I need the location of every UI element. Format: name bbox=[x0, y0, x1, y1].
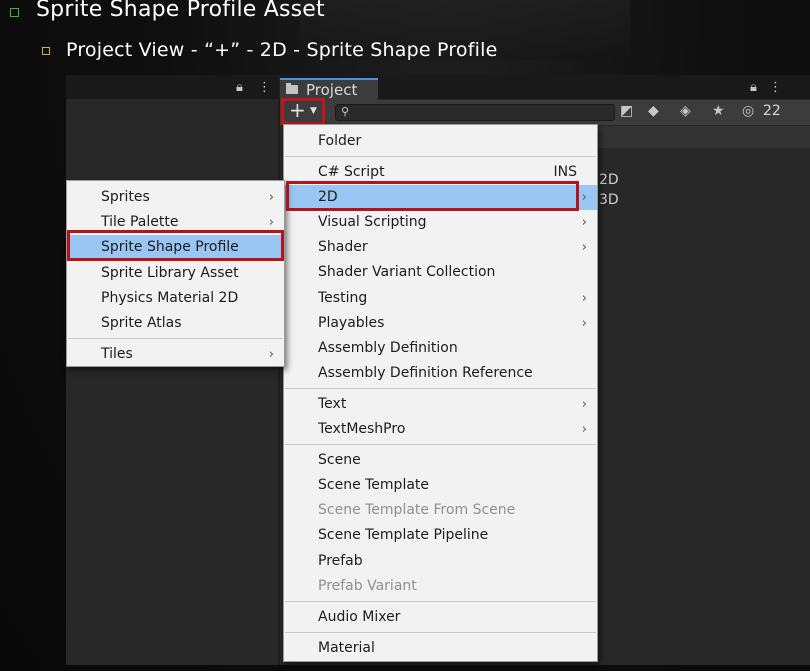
menu-item-label: Sprite Library Asset bbox=[101, 265, 239, 281]
chevron-right-icon: › bbox=[581, 316, 587, 331]
scene-visibility-icon[interactable]: ◩ bbox=[620, 103, 633, 119]
menu-separator bbox=[285, 388, 596, 389]
chevron-down-icon: ▼ bbox=[310, 106, 317, 116]
menu-item-audio-mixer[interactable]: Audio Mixer bbox=[284, 605, 597, 630]
chevron-right-icon: › bbox=[581, 291, 587, 306]
menu-item-label: Audio Mixer bbox=[318, 609, 401, 625]
menu-item-label: Material bbox=[318, 640, 375, 656]
menu-item-text[interactable]: Text › bbox=[284, 392, 597, 417]
menu-separator bbox=[285, 601, 596, 602]
menu-item-material[interactable]: Material bbox=[284, 636, 597, 661]
menu-item-shader[interactable]: Shader › bbox=[284, 235, 597, 260]
menu-item-scene-template-pipeline[interactable]: Scene Template Pipeline bbox=[284, 523, 597, 548]
menu-item-label: Shader Variant Collection bbox=[318, 264, 496, 280]
chevron-right-icon: › bbox=[581, 215, 587, 230]
chevron-right-icon: › bbox=[581, 422, 587, 437]
menu-item-prefab[interactable]: Prefab bbox=[284, 549, 597, 574]
lock-icon[interactable]: 🔒︎ bbox=[236, 81, 243, 94]
slide-subtitle: Project View - “+” - 2D - Sprite Shape P… bbox=[66, 39, 498, 61]
menu-item-label: Physics Material 2D bbox=[101, 290, 239, 306]
menu-item-label: Text bbox=[318, 396, 347, 412]
filter-by-type-icon[interactable]: ◆ bbox=[648, 103, 659, 119]
highlight-box-sprite-shape-profile bbox=[67, 230, 284, 261]
chevron-right-icon: › bbox=[581, 190, 587, 205]
menu-item-scene-template[interactable]: Scene Template bbox=[284, 473, 597, 498]
menu-item-label: Assembly Definition bbox=[318, 340, 458, 356]
menu-separator bbox=[285, 632, 596, 633]
left-panel-header bbox=[66, 75, 278, 99]
submenu-item-physics-material-2d[interactable]: Physics Material 2D bbox=[67, 286, 284, 311]
chevron-right-icon: › bbox=[268, 190, 274, 205]
tab-project-label: Project bbox=[306, 81, 358, 99]
tab-project[interactable]: Project bbox=[280, 78, 378, 100]
more-options-icon[interactable]: ⋮ bbox=[258, 81, 271, 94]
folder-icon bbox=[286, 83, 298, 94]
menu-item-folder[interactable]: Folder bbox=[284, 129, 597, 154]
menu-item-playables[interactable]: Playables › bbox=[284, 311, 597, 336]
menu-item-textmeshpro[interactable]: TextMeshPro › bbox=[284, 417, 597, 442]
menu-item-assembly-definition[interactable]: Assembly Definition bbox=[284, 336, 597, 361]
menu-item-label: Playables bbox=[318, 315, 385, 331]
search-input[interactable]: ⚲ bbox=[335, 104, 615, 121]
hidden-eye-icon[interactable]: ◎ bbox=[742, 103, 754, 119]
assets-breadcrumb-bar bbox=[598, 126, 810, 148]
asset-2d[interactable]: 2D bbox=[599, 172, 619, 188]
search-icon: ⚲ bbox=[341, 105, 350, 118]
menu-item-label: Shader bbox=[318, 239, 368, 255]
chevron-right-icon: › bbox=[581, 397, 587, 412]
menu-item-label: Tile Palette bbox=[101, 214, 179, 230]
hidden-count: 22 bbox=[763, 103, 781, 119]
menu-item-label: Testing bbox=[318, 290, 368, 306]
menu-item-label: C# Script bbox=[318, 164, 385, 180]
menu-item-label: Sprites bbox=[101, 189, 150, 205]
menu-item-label: Sprite Atlas bbox=[101, 315, 182, 331]
menu-item-scene[interactable]: Scene bbox=[284, 448, 597, 473]
menu-item-shader-variant-collection[interactable]: Shader Variant Collection bbox=[284, 260, 597, 285]
menu-item-label: Prefab Variant bbox=[318, 578, 417, 594]
menu-item-scene-template-from-scene: Scene Template From Scene bbox=[284, 498, 597, 523]
chevron-right-icon: › bbox=[581, 240, 587, 255]
create-plus-button[interactable]: + ▼ bbox=[281, 98, 325, 125]
label-icon[interactable]: ◈ bbox=[680, 103, 691, 119]
menu-item-prefab-variant: Prefab Variant bbox=[284, 574, 597, 599]
menu-item-assembly-definition-reference[interactable]: Assembly Definition Reference bbox=[284, 361, 597, 386]
submenu-item-sprite-atlas[interactable]: Sprite Atlas bbox=[67, 311, 284, 336]
menu-item-label: Scene Template Pipeline bbox=[318, 527, 489, 543]
menu-separator bbox=[285, 156, 596, 157]
menu-separator bbox=[285, 444, 596, 445]
menu-item-label: Folder bbox=[318, 133, 362, 149]
plus-icon: + bbox=[289, 98, 306, 122]
menu-item-label: Assembly Definition Reference bbox=[318, 365, 533, 381]
submenu-2d: Sprites › Tile Palette › Sprite Shape Prof… bbox=[66, 180, 285, 367]
subtitle-bullet-icon bbox=[42, 47, 50, 55]
menu-item-testing[interactable]: Testing › bbox=[284, 286, 597, 311]
menu-item-label: Tiles bbox=[101, 346, 133, 362]
chevron-right-icon: › bbox=[268, 347, 274, 362]
submenu-item-tiles[interactable]: Tiles › bbox=[67, 342, 284, 367]
menu-separator bbox=[68, 338, 283, 339]
favorite-star-icon[interactable]: ★ bbox=[712, 103, 725, 119]
menu-item-label: Prefab bbox=[318, 553, 363, 569]
menu-item-label: Visual Scripting bbox=[318, 214, 427, 230]
menu-item-label: TextMeshPro bbox=[318, 421, 406, 437]
project-lock-icon[interactable]: 🔒︎ bbox=[750, 81, 757, 94]
asset-3d[interactable]: 3D bbox=[599, 192, 619, 208]
menu-item-label: Scene bbox=[318, 452, 361, 468]
highlight-box-2d bbox=[286, 181, 579, 211]
menu-item-label: Scene Template bbox=[318, 477, 430, 493]
submenu-item-sprite-library-asset[interactable]: Sprite Library Asset bbox=[67, 261, 284, 286]
menu-item-visual-scripting[interactable]: Visual Scripting › bbox=[284, 210, 597, 235]
left-panel bbox=[66, 75, 278, 665]
project-more-options-icon[interactable]: ⋮ bbox=[769, 81, 782, 94]
submenu-item-sprites[interactable]: Sprites › bbox=[67, 185, 284, 210]
slide-title: Sprite Shape Profile Asset bbox=[36, 0, 325, 22]
title-bullet-icon bbox=[10, 8, 19, 17]
menu-item-label: Scene Template From Scene bbox=[318, 502, 516, 518]
